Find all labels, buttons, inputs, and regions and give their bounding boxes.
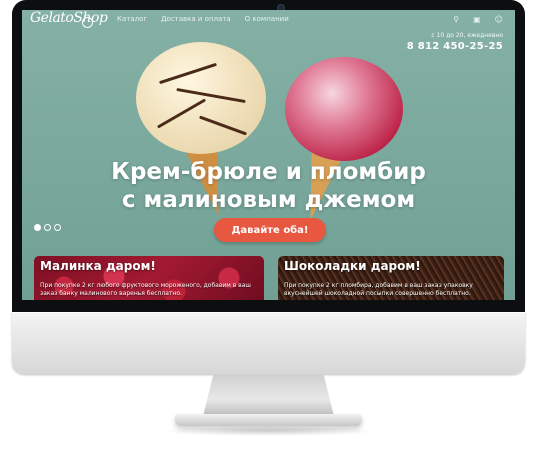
hero-title-line1: Крем-брюле и пломбир [111,159,426,185]
chocolate-swirl [198,115,248,136]
slider-dots [34,224,61,231]
nav-item-about[interactable]: О компании [245,15,289,23]
monitor-stand-base [175,414,362,426]
header-icons: ⚲ ▣ ☺ [453,15,503,24]
working-hours: с 10 до 20, ежедневно [431,32,503,39]
hero-title-line2: с малиновым джемом [121,187,416,213]
logo-smile-icon [82,17,93,28]
contact-info: с 10 до 20, ежедневно 8 812 450-25-25 [407,32,503,52]
nav-item-catalog[interactable]: Каталог [117,15,147,23]
stand-shadow [160,426,377,436]
promo-text: При покупке 2 кг любого фруктового морож… [40,282,251,297]
user-icon[interactable]: ☺ [495,15,503,24]
chocolate-swirl [156,98,207,129]
website-screen: GelatoShop Каталог Доставка и оплата О к… [22,10,515,300]
slider-dot-2[interactable] [44,224,51,231]
chocolate-swirl [176,87,246,104]
main-nav: Каталог Доставка и оплата О компании [117,15,289,23]
monitor-mockup: GelatoShop Каталог Доставка и оплата О к… [0,0,537,468]
creme-brulee-scoop [136,42,266,154]
slider-dot-1[interactable] [34,224,41,231]
monitor-chin [12,312,525,374]
cta-button[interactable]: Давайте оба! [214,218,326,242]
promo-card-chocolate[interactable]: Шоколадки даром! При покупке 2 кг пломби… [278,256,504,300]
cart-icon[interactable]: ▣ [473,15,481,24]
site-logo[interactable]: GelatoShop [30,10,108,26]
promo-text: При покупке 2 кг пломбира, добавим в ваш… [284,282,473,297]
promo-title: Малинка даром! [40,259,156,273]
raspberry-scoop [285,57,403,161]
nav-item-delivery[interactable]: Доставка и оплата [161,15,231,23]
promo-card-raspberry[interactable]: Малинка даром! При покупке 2 кг любого ф… [34,256,264,300]
monitor-stand [203,374,334,416]
hero-title: Крем-брюле и пломбир с малиновым джемом [22,158,515,214]
slider-dot-3[interactable] [54,224,61,231]
search-icon[interactable]: ⚲ [453,15,459,24]
phone-number[interactable]: 8 812 450-25-25 [407,41,503,52]
chocolate-swirl [159,62,217,85]
promo-title: Шоколадки даром! [284,259,421,273]
